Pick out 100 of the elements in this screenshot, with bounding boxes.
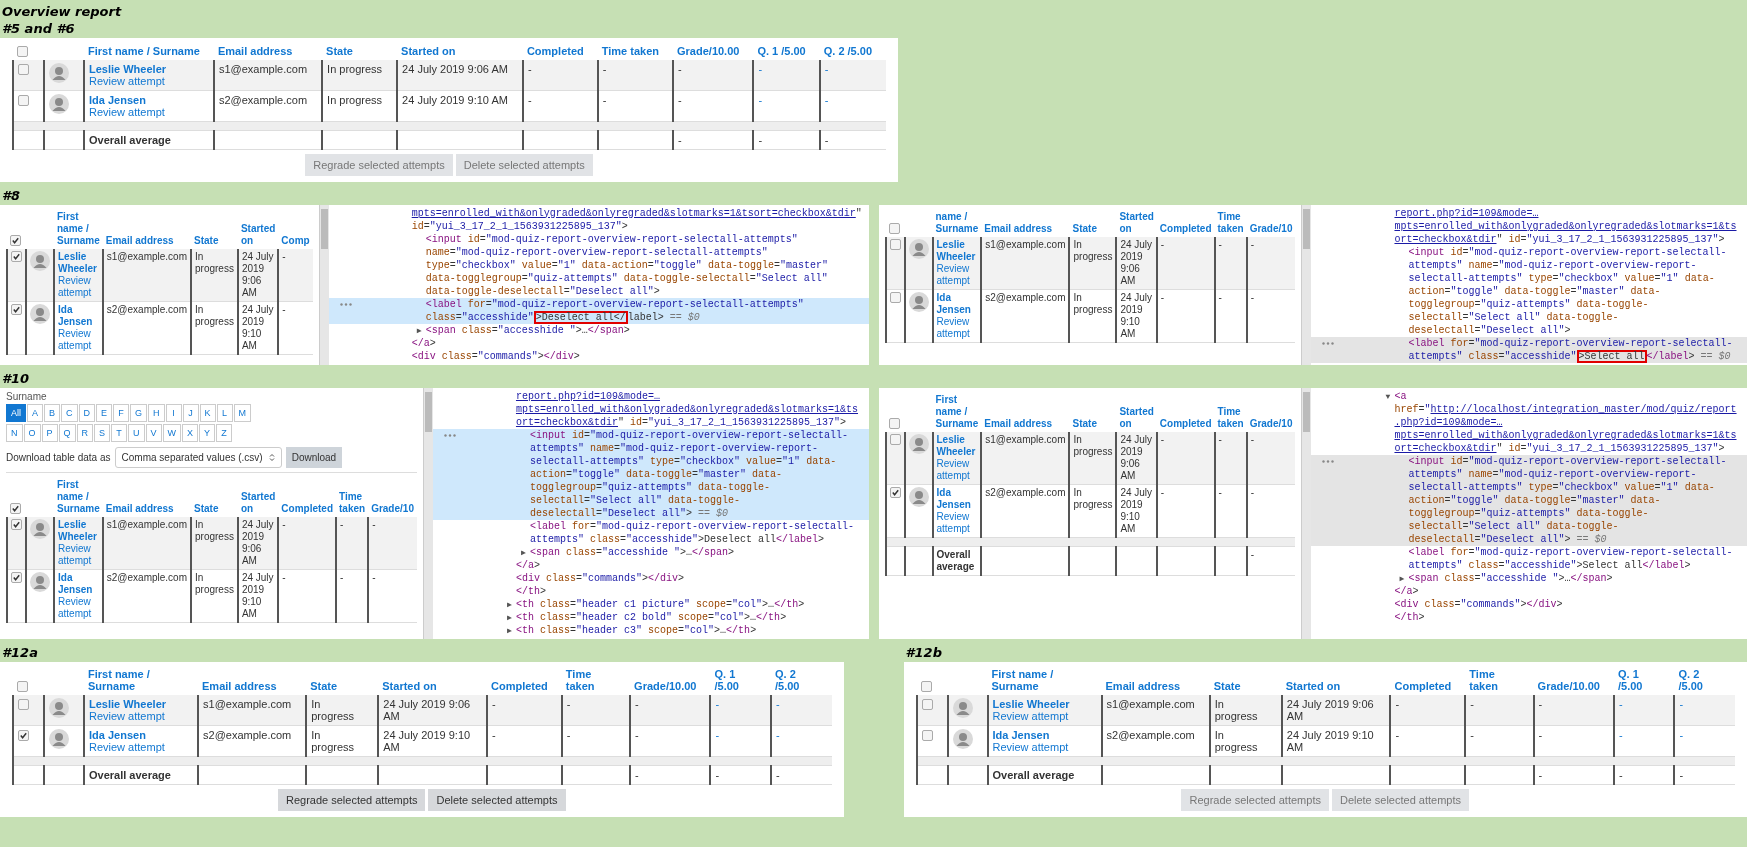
column-header[interactable]: Email address: [1105, 679, 1196, 692]
letter-filter[interactable]: H: [148, 403, 165, 422]
grade-link[interactable]: -: [1619, 697, 1623, 710]
dom-node-row[interactable]: <label for="mod-quiz-report-overview-report-selectall-attempts" class="accesshide" >Select all </label> == $0: [1311, 336, 1747, 363]
checkbox[interactable]: [18, 730, 29, 742]
grade-link[interactable]: -: [824, 62, 829, 75]
column-header[interactable]: Time taken: [565, 667, 617, 692]
letter-filter[interactable]: T: [111, 423, 128, 442]
student-name-link[interactable]: Leslie Wheeler: [58, 250, 99, 275]
column-header[interactable]: Email address: [984, 222, 1067, 235]
scrollbar[interactable]: [1301, 387, 1312, 639]
checkbox[interactable]: [888, 418, 900, 430]
more-icon[interactable]: [443, 433, 456, 437]
expand-toggle[interactable]: ▶: [506, 599, 512, 609]
dom-node-row[interactable]: </th>: [1311, 610, 1747, 624]
column-header[interactable]: Started on: [1119, 210, 1154, 235]
grade-link[interactable]: -: [775, 697, 780, 710]
letter-filter[interactable]: W: [162, 423, 182, 442]
letter-filter[interactable]: C: [61, 403, 78, 422]
column-header[interactable]: State: [326, 44, 384, 57]
grade-link[interactable]: -: [758, 62, 763, 75]
column-header[interactable]: Q. 1 /5.00: [1618, 667, 1661, 692]
checkbox[interactable]: [18, 95, 29, 107]
column-header[interactable]: Started on: [240, 222, 276, 247]
checkbox[interactable]: [889, 434, 901, 446]
review-attempt-link[interactable]: Review attempt: [89, 740, 184, 753]
review-attempt-link[interactable]: Review attempt: [936, 457, 978, 482]
column-header[interactable]: State: [1072, 222, 1114, 235]
letter-filter[interactable]: V: [145, 423, 162, 442]
letter-filter[interactable]: U: [128, 423, 145, 442]
dropdown-icon[interactable]: [268, 452, 275, 462]
review-attempt-link[interactable]: Review attempt: [58, 542, 99, 567]
student-name-link[interactable]: Ida Jensen: [992, 728, 1087, 741]
column-header[interactable]: Started on: [1285, 679, 1377, 692]
expand-toggle[interactable]: ▶: [416, 325, 422, 335]
grade-link[interactable]: -: [715, 728, 720, 741]
dom-node-row[interactable]: [432, 428, 869, 520]
letter-filter[interactable]: Q: [58, 423, 76, 442]
checkbox[interactable]: [889, 487, 901, 499]
dom-node-row[interactable]: ▶ <th class="header c2 bold" scope="col">…</th>: [432, 610, 869, 624]
checkbox[interactable]: [921, 730, 933, 742]
action-button[interactable]: Regrade selected attempts: [277, 788, 426, 811]
dom-node-row[interactable]: ▼ <a href="http://localhost/integration_master/mod/quiz/report.php?id=109&mode=…mpts=enrolled_with&onlygraded&onlyregraded&slotmarks=1&tsort=checkbox&tdir" id="yui_3_17_2_1_1563931225895_137">: [1311, 389, 1747, 455]
review-attempt-link[interactable]: Review attempt: [89, 105, 199, 118]
letter-filter[interactable]: X: [182, 423, 199, 442]
dom-node-row[interactable]: ▶ <span class="accesshide ">…</span>: [432, 545, 869, 559]
checkbox[interactable]: [17, 45, 28, 57]
review-attempt-link[interactable]: Review attempt: [89, 709, 184, 722]
column-header[interactable]: Started on: [382, 679, 473, 692]
student-name-link[interactable]: Leslie Wheeler: [89, 62, 199, 75]
more-icon[interactable]: [1322, 459, 1335, 463]
column-header[interactable]: Email address: [105, 502, 188, 515]
student-name-link[interactable]: Leslie Wheeler: [936, 238, 978, 263]
checkbox[interactable]: [10, 235, 21, 247]
more-icon[interactable]: [1322, 341, 1335, 345]
letter-filter[interactable]: A: [27, 403, 44, 422]
column-header[interactable]: Email address: [984, 417, 1067, 430]
student-name-link[interactable]: Ida Jensen: [89, 728, 184, 741]
dom-node-row[interactable]: </a>: [432, 558, 869, 572]
dom-node-row[interactable]: report.php?id=109&mode=…mpts=enrolled_with&onlygraded&onlyregraded&slotmarks=1&tsort=checkbox&tdir" id="yui_3_17_2_1_1563931225895_137">: [432, 389, 869, 429]
student-name-link[interactable]: Leslie Wheeler: [936, 433, 978, 458]
column-header[interactable]: Grade/10.00: [634, 679, 697, 692]
checkbox[interactable]: [888, 223, 900, 235]
download-button[interactable]: Download: [285, 446, 343, 468]
scrollbar[interactable]: [1301, 204, 1312, 365]
column-header[interactable]: Grade/10: [371, 502, 414, 515]
dom-node-row[interactable]: <div class="commands"></div>: [328, 349, 869, 363]
checkbox[interactable]: [889, 239, 901, 251]
column-header[interactable]: Email address: [202, 679, 293, 692]
column-header[interactable]: Comp: [281, 234, 310, 247]
column-header[interactable]: State: [1072, 417, 1114, 430]
student-name-link[interactable]: Ida Jensen: [58, 303, 99, 328]
column-header[interactable]: Email address: [217, 44, 309, 57]
letter-filter[interactable]: J: [182, 403, 199, 422]
dom-node-row[interactable]: ▶ <th class="header c3" scope="col">…</th>: [432, 623, 869, 637]
column-header[interactable]: Grade/10.00: [1537, 679, 1600, 692]
letter-filter[interactable]: B: [44, 403, 61, 422]
column-header[interactable]: Completed: [490, 679, 548, 692]
column-header[interactable]: Completed: [1159, 222, 1212, 235]
grade-link[interactable]: -: [775, 728, 780, 741]
letter-filter[interactable]: Z: [216, 423, 233, 442]
column-header[interactable]: Q. 2 /5.00: [1678, 667, 1721, 692]
column-header[interactable]: Grade/10: [1249, 222, 1293, 235]
column-header[interactable]: Email address: [105, 234, 188, 247]
column-header[interactable]: Q. 1 /5.00: [757, 44, 806, 57]
dom-node-row[interactable]: ▶ <span class="accesshide ">…</span>: [328, 323, 869, 337]
letter-filter[interactable]: F: [113, 403, 130, 422]
column-header[interactable]: First name / Surname: [88, 667, 185, 692]
letter-filter[interactable]: K: [199, 403, 216, 422]
letter-filter[interactable]: G: [130, 403, 148, 422]
dom-node-row[interactable]: [1311, 454, 1747, 546]
letter-filter[interactable]: M: [233, 403, 252, 422]
column-header[interactable]: First name / Surname: [57, 210, 100, 247]
action-button[interactable]: Delete selected attempts: [428, 788, 566, 811]
letter-filter[interactable]: R: [76, 423, 94, 442]
review-attempt-link[interactable]: Review attempt: [58, 274, 99, 299]
dom-node-row[interactable]: <label for="mod-quiz-report-overview-report-selectall-attempts" class="accesshide">Deselect all</label>: [432, 519, 869, 546]
dom-node-row[interactable]: </th>: [432, 584, 869, 598]
scrollbar[interactable]: [422, 387, 433, 639]
column-header[interactable]: Time taken: [339, 490, 366, 515]
